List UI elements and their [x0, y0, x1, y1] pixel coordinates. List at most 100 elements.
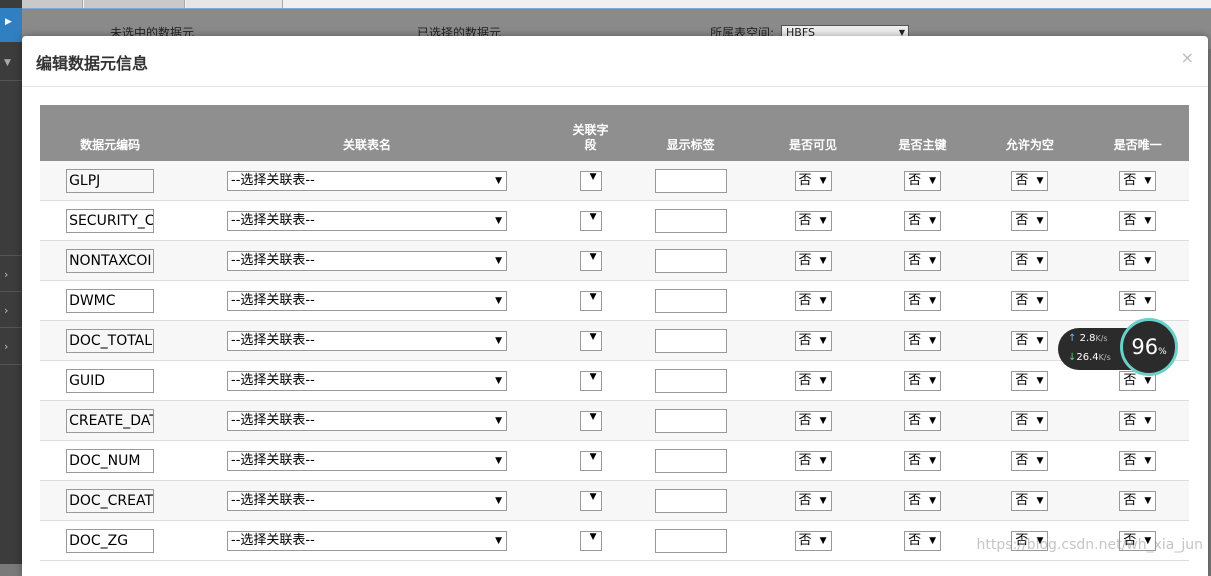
close-icon[interactable]: × [1181, 48, 1194, 67]
usage-gauge[interactable]: 96% [1120, 318, 1178, 376]
display-label-input[interactable] [654, 448, 727, 473]
visible-select[interactable]: 否 ▼ [794, 170, 832, 191]
visible-select[interactable]: 否 ▼ [794, 290, 832, 311]
display-label-input[interactable] [654, 408, 727, 433]
chevron-right-icon[interactable]: › [4, 268, 8, 281]
code-input[interactable]: SECURITY_CO [66, 208, 155, 233]
primary-key-select[interactable]: 否 ▼ [904, 370, 942, 391]
display-label-input[interactable] [654, 248, 727, 273]
visible-select[interactable]: 否 ▼ [794, 330, 832, 351]
display-label-input[interactable] [654, 168, 727, 193]
table-name-select[interactable]: --选择关联表-- ▼ [227, 490, 507, 511]
primary-key-value: 否 [908, 332, 922, 348]
display-label-cell [627, 200, 755, 241]
code-input[interactable]: DOC_TOTAL [66, 328, 155, 353]
chevron-right-icon[interactable]: › [4, 340, 8, 353]
tab[interactable] [22, 0, 83, 8]
primary-key-select[interactable]: 否 ▼ [904, 170, 942, 191]
primary-key-select[interactable]: 否 ▼ [904, 330, 942, 351]
unique-select[interactable]: 否▼ [1119, 410, 1157, 431]
table-name-select[interactable]: --选择关联表-- ▼ [227, 330, 507, 351]
field-select[interactable]: ▼ [579, 210, 602, 231]
field-select[interactable]: ▼ [579, 290, 602, 311]
download-value: 26.4 [1076, 352, 1099, 363]
code-input[interactable]: DOC_CREATO [66, 488, 155, 513]
table-name-select[interactable]: --选择关联表-- ▼ [227, 530, 507, 551]
field-select[interactable]: ▼ [579, 530, 602, 551]
visible-select[interactable]: 否 ▼ [794, 490, 832, 511]
nullable-select[interactable]: 否 ▼ [1011, 490, 1049, 511]
table-name-select[interactable]: --选择关联表-- ▼ [227, 410, 507, 431]
table-name-select[interactable]: --选择关联表-- ▼ [227, 370, 507, 391]
code-input[interactable]: NONTAXCOI [66, 248, 155, 273]
table-name-select[interactable]: --选择关联表-- ▼ [227, 290, 507, 311]
code-input[interactable]: CREATE_DAT [66, 408, 155, 433]
field-select[interactable]: ▼ [579, 370, 602, 391]
display-label-input[interactable] [654, 208, 727, 233]
visible-select[interactable]: 否 ▼ [794, 210, 832, 231]
unique-select[interactable]: 否▼ [1119, 450, 1157, 471]
primary-key-select[interactable]: 否 ▼ [904, 250, 942, 271]
nullable-select[interactable]: 否 ▼ [1011, 210, 1049, 231]
display-label-input[interactable] [654, 328, 727, 353]
unique-select[interactable]: 否▼ [1119, 250, 1157, 271]
field-select[interactable]: ▼ [579, 170, 602, 191]
field-select[interactable]: ▼ [579, 450, 602, 471]
visible-select[interactable]: 否 ▼ [794, 250, 832, 271]
display-label-input[interactable] [654, 288, 727, 313]
visible-select[interactable]: 否 ▼ [794, 530, 832, 551]
nullable-select[interactable]: 否 ▼ [1011, 290, 1049, 311]
code-input[interactable]: DWMC [66, 288, 155, 313]
nullable-select[interactable]: 否 ▼ [1011, 450, 1049, 471]
sidebar-active-item[interactable]: ▶ [0, 8, 22, 42]
unique-select[interactable]: 否▼ [1119, 490, 1157, 511]
primary-key-select[interactable]: 否 ▼ [904, 490, 942, 511]
caret-down-icon: ▼ [495, 175, 502, 186]
caret-down-icon[interactable]: ▼ [4, 58, 11, 68]
code-input[interactable]: DOC_NUM [66, 448, 155, 473]
nullable-select[interactable]: 否 ▼ [1011, 370, 1049, 391]
table-name-select-value: --选择关联表-- [231, 172, 315, 188]
field-select[interactable]: ▼ [579, 250, 602, 271]
primary-key-select[interactable]: 否 ▼ [904, 530, 942, 551]
chevron-right-icon[interactable]: › [4, 304, 8, 317]
table-name-select-value: --选择关联表-- [231, 452, 315, 468]
table-name-cell: --选择关联表-- ▼ [180, 161, 554, 201]
code-input[interactable]: DOC_ZG [66, 528, 155, 553]
table-name-select[interactable]: --选择关联表-- ▼ [227, 170, 507, 191]
visible-select[interactable]: 否 ▼ [794, 450, 832, 471]
visible-select[interactable]: 否 ▼ [794, 410, 832, 431]
unique-select[interactable]: 否▼ [1119, 290, 1157, 311]
table-name-select-value: --选择关联表-- [231, 292, 315, 308]
display-label-input[interactable] [654, 528, 727, 553]
caret-down-icon: ▼ [1036, 215, 1044, 226]
unique-select[interactable]: 否▼ [1119, 170, 1157, 191]
tab[interactable] [84, 0, 185, 8]
primary-key-select[interactable]: 否 ▼ [904, 290, 942, 311]
nullable-select[interactable]: 否 ▼ [1011, 330, 1049, 351]
tab[interactable] [186, 0, 283, 8]
display-label-input[interactable] [654, 488, 727, 513]
code-input[interactable]: GUID [66, 368, 155, 393]
unique-value: 否 [1123, 452, 1137, 468]
primary-key-select[interactable]: 否 ▼ [904, 210, 942, 231]
display-label-cell [627, 440, 755, 481]
header-field-line2: 段 [584, 138, 597, 152]
table-name-select[interactable]: --选择关联表-- ▼ [227, 450, 507, 471]
field-select[interactable]: ▼ [579, 490, 602, 511]
primary-key-select[interactable]: 否 ▼ [904, 410, 942, 431]
primary-key-select[interactable]: 否 ▼ [904, 450, 942, 471]
field-select[interactable]: ▼ [579, 330, 602, 351]
code-input[interactable]: GLPJ [66, 168, 155, 193]
table-name-select[interactable]: --选择关联表-- ▼ [227, 210, 507, 231]
code-cell: CREATE_DAT [40, 400, 181, 441]
display-label-input[interactable] [654, 368, 727, 393]
visible-select[interactable]: 否 ▼ [794, 370, 832, 391]
visible-value: 否 [798, 532, 812, 548]
table-name-select[interactable]: --选择关联表-- ▼ [227, 250, 507, 271]
field-select[interactable]: ▼ [579, 410, 602, 431]
nullable-select[interactable]: 否 ▼ [1011, 410, 1049, 431]
nullable-select[interactable]: 否 ▼ [1011, 170, 1049, 191]
nullable-select[interactable]: 否 ▼ [1011, 250, 1049, 271]
unique-select[interactable]: 否▼ [1119, 210, 1157, 231]
